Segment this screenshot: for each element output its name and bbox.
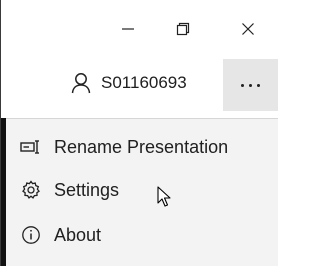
menu-item-label: About xyxy=(54,224,102,245)
menu-item-label: Rename Presentation xyxy=(54,136,229,157)
more-options-button[interactable] xyxy=(223,59,278,111)
account-button[interactable]: S01160693 xyxy=(71,63,187,103)
overflow-menu: Rename Presentation Settings About xyxy=(6,118,278,266)
restore-button[interactable] xyxy=(166,14,200,44)
person-icon xyxy=(71,73,91,94)
menu-item-rename-presentation[interactable]: Rename Presentation xyxy=(6,125,278,169)
more-horizontal-icon xyxy=(241,83,260,87)
account-user-id: S01160693 xyxy=(101,73,187,92)
app-window: S01160693 Rename Presentation Settings A… xyxy=(0,0,278,266)
menu-item-settings[interactable]: Settings xyxy=(6,168,278,212)
menu-item-label: Settings xyxy=(54,179,120,200)
close-button[interactable] xyxy=(231,14,265,44)
close-icon xyxy=(242,23,254,35)
info-icon xyxy=(20,224,42,246)
minimize-icon xyxy=(122,28,134,30)
mouse-cursor-icon xyxy=(157,186,171,207)
restore-icon xyxy=(176,22,190,36)
gear-icon xyxy=(20,179,42,201)
minimize-button[interactable] xyxy=(111,14,145,44)
rename-icon xyxy=(20,136,42,158)
menu-item-about[interactable]: About xyxy=(6,213,278,257)
